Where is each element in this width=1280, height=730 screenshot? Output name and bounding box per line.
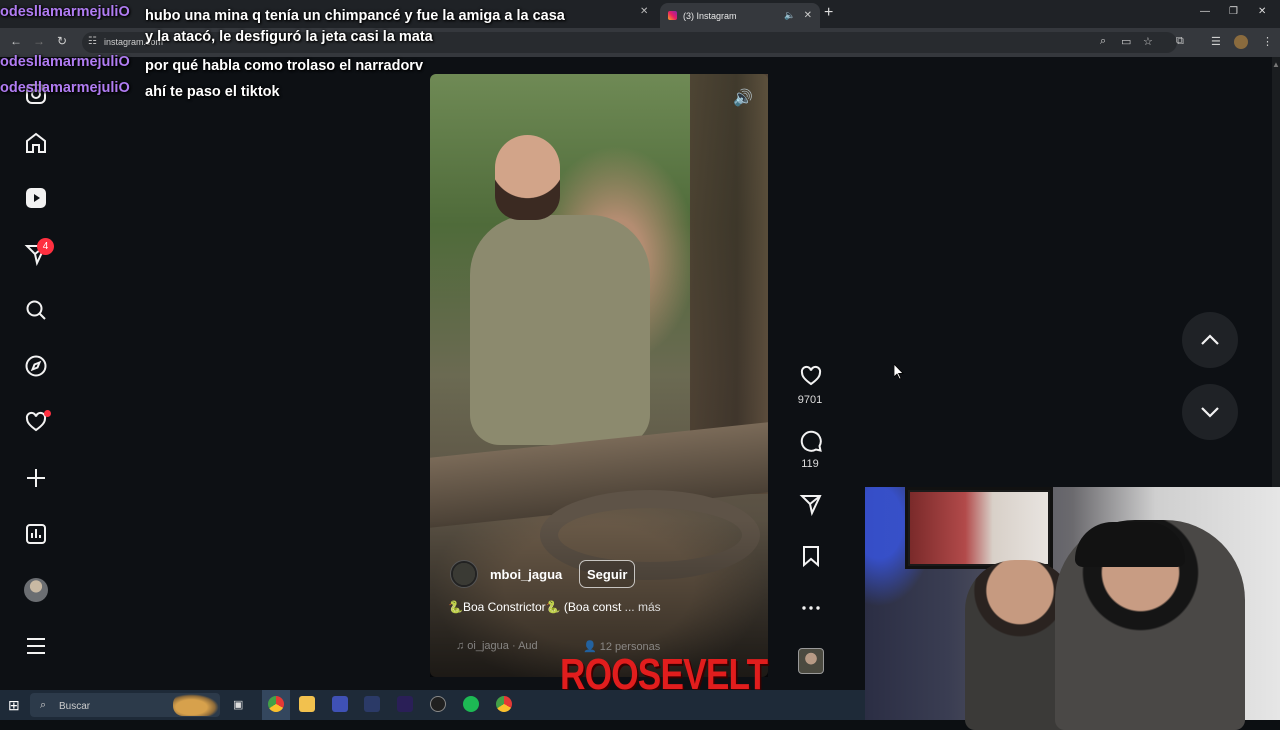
search-icon[interactable] (22, 296, 50, 324)
audio-thumbnail[interactable] (798, 648, 824, 674)
reel-caption[interactable]: 🐍Boa Constrictor🐍 (Boa const ... más (448, 600, 661, 614)
notification-badge: 4 (37, 238, 54, 255)
photoshop-icon[interactable] (364, 696, 380, 712)
more-menu-icon[interactable]: ⋮ (1262, 35, 1273, 48)
explore-icon[interactable] (22, 352, 50, 380)
dashboard-icon[interactable] (22, 520, 50, 548)
chat-username: odesllamarmejuliO (0, 54, 130, 70)
chat-text: por qué habla como trolaso el narradorv (145, 58, 424, 74)
tab-audio-icon[interactable]: 🔈 (784, 10, 795, 21)
media-control-icon[interactable]: ☰ (1211, 35, 1221, 48)
search-icon: ⌕ (40, 699, 47, 711)
tab-title: (3) Instagram (683, 10, 737, 21)
previous-reel-button[interactable] (1182, 312, 1238, 368)
chat-message: y la atacó, le desfiguró la jeta casi la… (0, 29, 433, 45)
file-explorer-icon[interactable] (299, 696, 315, 712)
follow-button[interactable]: Seguir (579, 560, 636, 588)
chat-message: odesllamarmejuliO ahí te paso el tiktok (0, 80, 280, 100)
spotify-icon[interactable] (463, 696, 479, 712)
install-app-icon[interactable]: ▭ (1121, 35, 1131, 48)
close-tab-icon[interactable]: ✕ (804, 10, 812, 21)
obs-icon[interactable] (430, 696, 446, 712)
author-name[interactable]: mboi_jagua (490, 567, 562, 582)
share-icon[interactable] (796, 489, 826, 519)
chrome-icon[interactable] (268, 696, 284, 712)
home-icon[interactable] (22, 129, 50, 157)
chat-message: odesllamarmejuliO por qué habla como tro… (0, 54, 423, 74)
next-reel-button[interactable] (1182, 384, 1238, 440)
save-icon[interactable] (796, 541, 826, 571)
extensions-icon[interactable]: ⧉ (1176, 35, 1184, 48)
new-tab-button[interactable]: + (824, 4, 833, 22)
webcam-cap (1075, 522, 1185, 567)
caption-more-link[interactable]: ... más (625, 600, 661, 614)
comment-count: 119 (801, 458, 819, 470)
chat-username: odesllamarmejuliO (0, 80, 130, 96)
comment-icon[interactable] (796, 426, 826, 456)
chat-username: odesllamarmejuliO (0, 4, 130, 20)
webcam-tv-screen (910, 492, 1048, 564)
search-highlight-art (173, 694, 219, 716)
reels-icon[interactable] (22, 184, 50, 212)
like-count: 9701 (797, 394, 823, 406)
mouse-cursor-icon (893, 363, 904, 385)
minimize-icon[interactable]: — (1200, 6, 1210, 17)
chat-text: y la atacó, le desfiguró la jeta casi la… (145, 29, 433, 45)
create-icon[interactable] (22, 464, 50, 492)
menu-icon[interactable] (22, 632, 50, 660)
more-options-icon[interactable] (796, 593, 826, 623)
instagram-favicon-icon (668, 11, 677, 20)
caption-text: 🐍Boa Constrictor🐍 (Boa const (448, 600, 622, 614)
profile-icon[interactable] (1234, 35, 1248, 49)
scroll-up-arrow-icon[interactable]: ▲ (1272, 60, 1280, 69)
video-person-head (495, 135, 560, 220)
zoom-icon[interactable]: ⌕ (1100, 35, 1106, 48)
close-window-icon[interactable]: ✕ (1258, 6, 1266, 17)
bookmark-star-icon[interactable]: ☆ (1143, 35, 1153, 48)
author-avatar[interactable] (450, 560, 478, 588)
chat-text: ahí te paso el tiktok (145, 84, 280, 100)
todo-icon[interactable] (332, 696, 348, 712)
profile-avatar[interactable] (24, 578, 48, 602)
close-tab-icon[interactable]: ✕ (640, 6, 648, 17)
chat-text: hubo una mina q tenía un chimpancé y fue… (145, 8, 565, 24)
notification-dot (44, 410, 51, 417)
windows-start-icon[interactable]: ⊞ (8, 697, 20, 714)
reel-audio[interactable]: ♫ oi_jagua · Aud (456, 640, 538, 652)
video-person (470, 215, 650, 445)
premiere-icon[interactable] (397, 696, 413, 712)
chat-message: odesllamarmejuliO hubo una mina q tenía … (0, 4, 565, 24)
tab-instagram[interactable]: (3) Instagram 🔈 ✕ (660, 3, 820, 28)
taskbar-search-placeholder: Buscar (59, 701, 91, 712)
like-icon[interactable] (796, 361, 826, 391)
task-view-icon[interactable]: ▣ (233, 698, 243, 711)
volume-icon[interactable]: 🔊 (733, 88, 753, 108)
restore-icon[interactable]: ❐ (1229, 6, 1238, 17)
chrome-icon[interactable] (496, 696, 512, 712)
